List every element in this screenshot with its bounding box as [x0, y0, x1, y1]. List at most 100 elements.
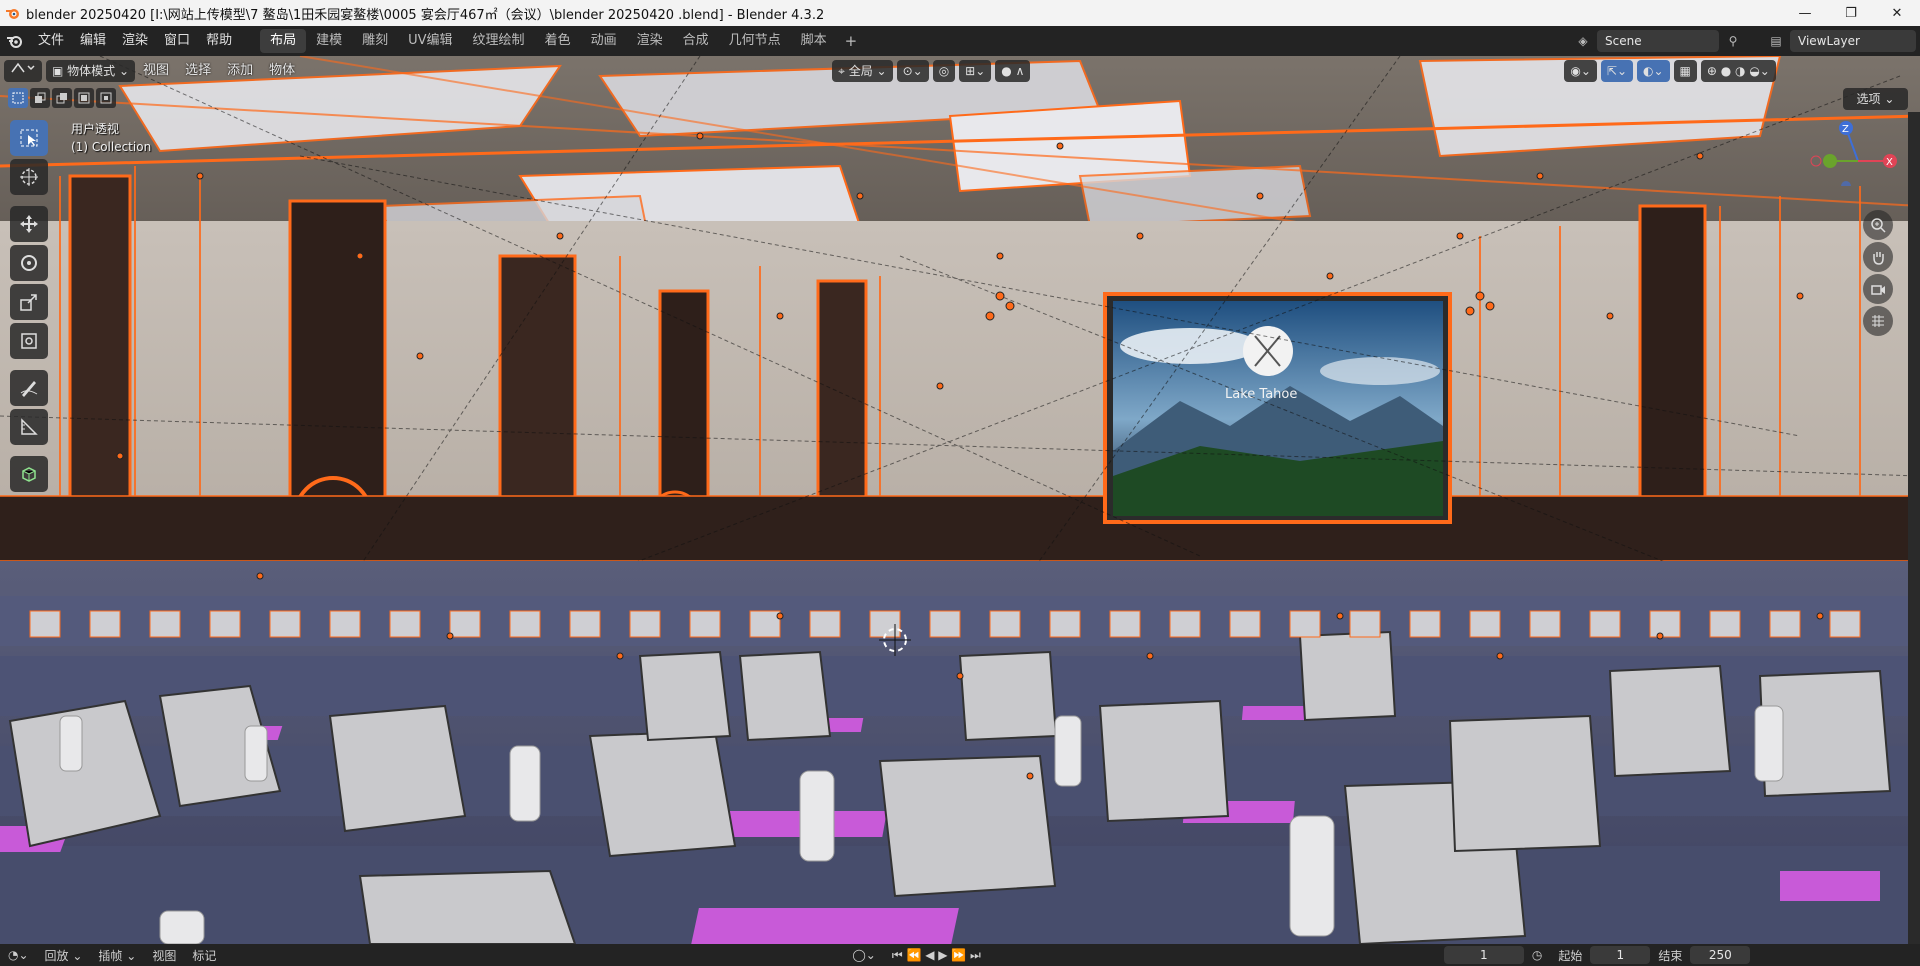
menu-object[interactable]: 物体 — [261, 60, 303, 82]
menu-help[interactable]: 帮助 — [198, 26, 240, 56]
grid-view-icon[interactable] — [1863, 306, 1893, 336]
select-extend-icon[interactable] — [30, 88, 50, 108]
start-label: 起始 — [1558, 948, 1583, 963]
toolbar-gap — [10, 198, 48, 206]
chevron-down-icon: ⌄ — [872, 64, 887, 78]
menu-select[interactable]: 选择 — [177, 60, 219, 82]
tab-shading[interactable]: 着色 — [535, 29, 581, 53]
select-subtract-icon[interactable] — [52, 88, 72, 108]
transform-orientation-dropdown[interactable]: ⌖ 全局 ⌄ — [832, 60, 893, 82]
options-label: 选项 — [1856, 92, 1881, 106]
tool-shelf — [10, 120, 48, 495]
rotate-tool[interactable] — [10, 245, 48, 281]
options-dropdown[interactable]: 选项 ⌄ — [1843, 88, 1908, 110]
top-menubar: 文件 编辑 渲染 窗口 帮助 布局 建模 雕刻 UV编辑 纹理绘制 着色 动画 … — [0, 26, 1920, 56]
selection-modes — [8, 88, 116, 108]
end-frame-field[interactable]: 250 — [1690, 946, 1751, 964]
scene-icon[interactable]: ◈ — [1573, 30, 1593, 52]
tab-rendering[interactable]: 渲染 — [627, 29, 673, 53]
timeline-editor-icon[interactable]: ◔⌄ — [0, 948, 37, 962]
navigation-gizmo: Z X — [1808, 116, 1908, 236]
gizmo-toggle-button[interactable]: ⇱⌄ — [1600, 60, 1633, 82]
timeline-marker-menu[interactable]: 标记 — [184, 947, 224, 964]
overlay-toggle-button[interactable]: ◐⌄ — [1637, 60, 1670, 82]
menu-file[interactable]: 文件 — [30, 26, 72, 56]
scene-name-field[interactable]: Scene — [1597, 30, 1719, 52]
transform-tool[interactable] — [10, 323, 48, 359]
pan-hand-icon[interactable] — [1863, 242, 1893, 272]
blender-app: blender 20250420 [I:\网站上传模型\7 鳌岛\1田禾园宴鳌楼… — [0, 0, 1920, 966]
zoom-icon[interactable] — [1863, 210, 1893, 240]
tab-sculpting[interactable]: 雕刻 — [352, 29, 398, 53]
proportional-edit-button[interactable]: ● ∧ — [995, 60, 1031, 82]
restore-button[interactable]: ❐ — [1828, 0, 1874, 26]
start-frame-field[interactable]: 1 — [1590, 946, 1651, 964]
playback-menu[interactable]: 回放 ⌄ — [37, 947, 91, 964]
move-tool[interactable] — [10, 206, 48, 242]
orientation-label: 全局 — [848, 64, 873, 78]
select-box-tool[interactable] — [10, 120, 48, 156]
view-layer-field[interactable]: ViewLayer — [1790, 30, 1916, 52]
tab-uv-editing[interactable]: UV编辑 — [398, 29, 462, 53]
camera-view-icon[interactable] — [1863, 274, 1893, 304]
scene-selector: ◈ Scene ⚲ — [1573, 29, 1743, 53]
close-button[interactable]: ✕ — [1874, 0, 1920, 26]
toolbar-gap — [10, 362, 48, 370]
3d-viewport[interactable]: Lake Tahoe ▣ 物体模式 ⌄ 视图 选择 添加 物体 ⌖ 全局 ⌄ ⊙… — [0, 56, 1920, 944]
editor-type-button[interactable] — [4, 60, 42, 82]
add-cube-tool[interactable] — [10, 456, 48, 492]
blender-logo-icon[interactable] — [0, 26, 30, 56]
auto-keying-button[interactable]: ◯⌄ — [844, 948, 883, 962]
collection-label: (1) Collection — [71, 140, 152, 154]
menu-edit[interactable]: 编辑 — [72, 26, 114, 56]
shading-modes[interactable]: ⊕ ● ◑ ◒⌄ — [1700, 60, 1776, 82]
menu-render[interactable]: 渲染 — [114, 26, 156, 56]
add-workspace-button[interactable]: + — [837, 32, 866, 50]
xray-toggle-button[interactable]: ▦ — [1673, 60, 1697, 82]
view-layer-icon[interactable]: ▤ — [1766, 30, 1786, 52]
orientation-icon: ⌖ — [838, 64, 849, 78]
axis-gizmo[interactable]: Z X — [1808, 116, 1908, 191]
select-intersect-icon[interactable] — [96, 88, 116, 108]
timeline-view-menu[interactable]: 视图 — [144, 947, 184, 964]
view-name-label: 用户透视 — [71, 122, 120, 136]
visibility-button[interactable]: ◉⌄ — [1564, 60, 1597, 82]
cursor-tool[interactable] — [10, 159, 48, 195]
keying-menu[interactable]: 插帧 ⌄ — [90, 947, 144, 964]
annotate-tool[interactable] — [10, 370, 48, 406]
menu-view[interactable]: 视图 — [135, 60, 177, 82]
window-controls: — ❐ ✕ — [1782, 0, 1920, 26]
menu-window[interactable]: 窗口 — [156, 26, 198, 56]
end-label: 结束 — [1658, 948, 1683, 963]
measure-tool[interactable] — [10, 409, 48, 445]
tab-modeling[interactable]: 建模 — [306, 29, 352, 53]
view-layer-selector: ▤ ViewLayer — [1766, 29, 1916, 53]
window-title: blender 20250420 [I:\网站上传模型\7 鳌岛\1田禾园宴鳌楼… — [26, 7, 825, 23]
object-mode-dropdown[interactable]: ▣ 物体模式 ⌄ — [46, 60, 136, 82]
snap-toggle-button[interactable]: ◎ — [932, 60, 956, 82]
select-new-icon[interactable] — [8, 88, 28, 108]
svg-text:Z: Z — [1842, 124, 1849, 135]
viewport-scene: Lake Tahoe — [0, 56, 1920, 944]
pivot-point-button[interactable]: ⊙⌄ — [896, 60, 929, 82]
blender-app-icon — [0, 0, 26, 26]
pin-icon[interactable]: ⚲ — [1723, 30, 1743, 52]
scale-tool[interactable] — [10, 284, 48, 320]
clock-icon: ◷ — [1531, 948, 1543, 962]
tab-animation[interactable]: 动画 — [581, 29, 627, 53]
tab-geometry-nodes[interactable]: 几何节点 — [719, 29, 791, 53]
tab-texture-paint[interactable]: 纹理绘制 — [463, 29, 535, 53]
svg-text:X: X — [1886, 157, 1893, 168]
snap-target-button[interactable]: ⊞⌄ — [959, 60, 992, 82]
tab-compositing[interactable]: 合成 — [673, 29, 719, 53]
tab-layout[interactable]: 布局 — [260, 29, 307, 53]
window-titlebar: blender 20250420 [I:\网站上传模型\7 鳌岛\1田禾园宴鳌楼… — [0, 0, 1920, 26]
playback-controls[interactable]: ⏮ ⏪ ◀ ▶ ⏩ ⏭ — [884, 948, 989, 963]
keying-label: 插帧 — [98, 948, 123, 963]
current-frame-field[interactable]: 1 — [1443, 946, 1524, 964]
menu-add[interactable]: 添加 — [219, 60, 261, 82]
minimize-button[interactable]: — — [1782, 0, 1828, 26]
chevron-down-icon: ⌄ — [115, 64, 130, 78]
tab-scripting[interactable]: 脚本 — [791, 29, 837, 53]
select-invert-icon[interactable] — [74, 88, 94, 108]
